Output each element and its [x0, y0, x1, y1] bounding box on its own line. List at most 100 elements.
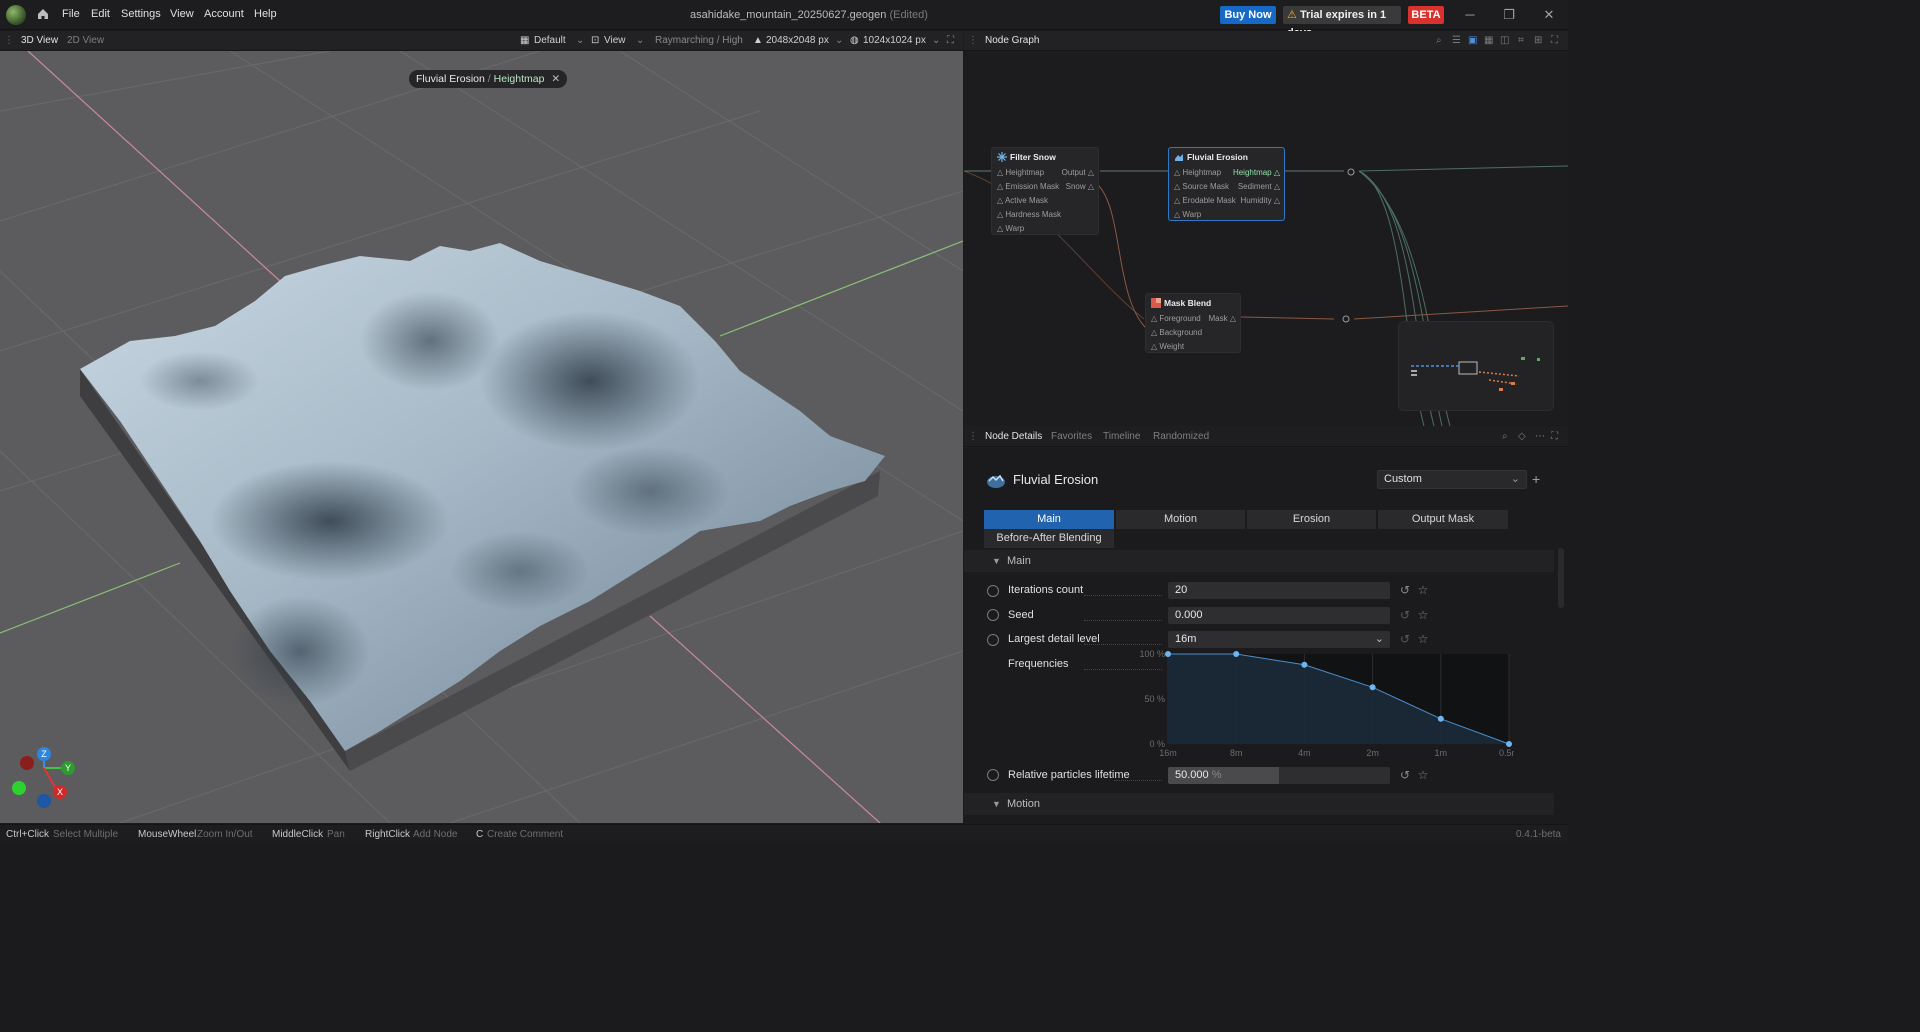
lifetime-slider[interactable]: 50.000 %: [1168, 767, 1390, 784]
port-heightmap[interactable]: △ Heightmap: [1174, 168, 1221, 177]
view-dropdown[interactable]: View: [604, 35, 626, 46]
tab-node-graph[interactable]: Node Graph: [985, 35, 1039, 46]
port-foreground[interactable]: △ Foreground: [1151, 314, 1201, 323]
favorite-toggle[interactable]: [987, 634, 999, 646]
add-icon[interactable]: +: [1532, 471, 1540, 487]
port-source-mask[interactable]: △ Source Mask: [1174, 182, 1229, 191]
port-weight[interactable]: △ Weight: [1151, 342, 1184, 351]
tab-3d-view[interactable]: 3D View: [21, 35, 58, 46]
port-warp[interactable]: △ Warp: [997, 224, 1024, 233]
axis-gizmo[interactable]: Z Y X: [8, 746, 78, 816]
node-mask-blend[interactable]: Mask Blend △ Foreground △ Background △ W…: [1145, 293, 1241, 353]
reset-icon[interactable]: ↺: [1399, 769, 1411, 781]
texture-resolution[interactable]: 1024x1024 px: [863, 35, 926, 46]
minimize-icon[interactable]: ─: [1462, 7, 1478, 23]
iterations-input[interactable]: 20: [1168, 582, 1390, 599]
chevron-down-icon[interactable]: ⌄: [636, 35, 644, 46]
curve-point[interactable]: [1506, 741, 1512, 747]
port-active-mask[interactable]: △ Active Mask: [997, 196, 1048, 205]
list-icon[interactable]: ☰: [1452, 35, 1461, 46]
star-icon[interactable]: ☆: [1417, 769, 1429, 781]
tab-favorites[interactable]: Favorites: [1051, 431, 1092, 442]
chevron-down-icon[interactable]: ⌄: [835, 35, 843, 46]
reset-icon[interactable]: ↺: [1399, 633, 1411, 645]
reset-icon[interactable]: ↺: [1399, 609, 1411, 621]
maximize-icon[interactable]: ❐: [1501, 7, 1517, 23]
favorite-toggle[interactable]: [987, 609, 999, 621]
port-erodable-mask[interactable]: △ Erodable Mask: [1174, 196, 1236, 205]
tab-before-after-blending[interactable]: Before-After Blending: [984, 529, 1114, 548]
render-mode[interactable]: Raymarching / High: [655, 35, 743, 46]
port-heightmap[interactable]: △ Heightmap: [997, 168, 1044, 177]
port-mask[interactable]: Mask △: [1209, 314, 1237, 323]
port-hardness-mask[interactable]: △ Hardness Mask: [997, 210, 1061, 219]
star-icon[interactable]: ☆: [1417, 633, 1429, 645]
port-sediment[interactable]: Sediment △: [1238, 182, 1280, 191]
favorite-toggle[interactable]: [987, 585, 999, 597]
fullscreen-icon[interactable]: ⛶: [1551, 35, 1558, 46]
tab-node-details[interactable]: Node Details: [985, 431, 1042, 442]
tab-timeline[interactable]: Timeline: [1103, 431, 1140, 442]
port-snow[interactable]: Snow △: [1066, 182, 1094, 191]
fullscreen-icon[interactable]: ⛶: [1551, 431, 1558, 442]
curve-point[interactable]: [1437, 715, 1444, 722]
port-background[interactable]: △ Background: [1151, 328, 1202, 337]
node-filter-snow[interactable]: Filter Snow △ Heightmap △ Emission Mask …: [991, 147, 1099, 235]
search-icon[interactable]: ⌕: [1502, 431, 1508, 442]
port-heightmap-out[interactable]: Heightmap △: [1233, 168, 1280, 177]
x-tick-label: 1m: [1435, 748, 1448, 758]
close-icon[interactable]: ✕: [1541, 7, 1557, 23]
terrain-resolution[interactable]: 2048x2048 px: [766, 35, 829, 46]
chevron-down-icon[interactable]: ⌄: [932, 35, 940, 46]
frame-icon[interactable]: ⊞: [1534, 35, 1542, 46]
hint-action: Zoom In/Out: [197, 829, 253, 840]
preset-dropdown[interactable]: Custom ⌄: [1377, 470, 1527, 489]
star-icon[interactable]: ☆: [1417, 584, 1429, 596]
node-fluvial-erosion[interactable]: Fluvial Erosion △ Heightmap △ Source Mas…: [1168, 147, 1285, 221]
section-motion[interactable]: ▼ Motion: [964, 793, 1554, 815]
curve-point[interactable]: [1233, 651, 1240, 657]
fit-view-icon[interactable]: ⌗: [1518, 35, 1524, 46]
curve-point[interactable]: [1369, 684, 1376, 691]
chevron-down-icon[interactable]: ⌄: [576, 35, 584, 46]
section-main[interactable]: ▼ Main: [964, 550, 1554, 572]
fullscreen-icon[interactable]: ⛶: [947, 35, 954, 46]
port-label: Snow: [1065, 182, 1086, 191]
diamond-icon[interactable]: ◇: [1518, 431, 1526, 442]
port-humidity[interactable]: Humidity △: [1241, 196, 1281, 205]
reset-icon[interactable]: ↺: [1399, 584, 1411, 596]
node-breadcrumb[interactable]: Fluvial Erosion / Heightmap ✕: [409, 70, 568, 88]
scrollbar-thumb[interactable]: [1558, 548, 1564, 608]
more-icon[interactable]: ⋯: [1535, 431, 1545, 442]
graph-minimap[interactable]: [1398, 321, 1554, 411]
port-output[interactable]: Output △: [1062, 168, 1094, 177]
node-graph-canvas[interactable]: Filter Snow △ Heightmap △ Emission Mask …: [964, 51, 1568, 426]
seed-input[interactable]: 0.000: [1168, 607, 1390, 624]
grid-icon[interactable]: ▦: [1484, 35, 1493, 46]
tab-motion[interactable]: Motion: [1116, 510, 1245, 529]
port-emission-mask[interactable]: △ Emission Mask: [997, 182, 1059, 191]
detail-level-dropdown[interactable]: 16m ⌄: [1168, 631, 1390, 648]
tab-erosion[interactable]: Erosion: [1247, 510, 1376, 529]
curve-point[interactable]: [1301, 661, 1308, 668]
drag-handle-icon[interactable]: ⋮: [968, 431, 978, 442]
star-icon[interactable]: ☆: [1417, 609, 1429, 621]
tab-randomized[interactable]: Randomized: [1153, 431, 1209, 442]
node-icon[interactable]: ◫: [1500, 35, 1509, 46]
3d-viewport[interactable]: Fluvial Erosion / Heightmap ✕ Z Y X: [0, 51, 963, 823]
drag-handle-icon[interactable]: ⋮: [4, 35, 14, 46]
tab-output-mask[interactable]: Output Mask: [1378, 510, 1508, 529]
tab-2d-view[interactable]: 2D View: [67, 35, 104, 46]
curve-point[interactable]: [1165, 651, 1171, 657]
layout-icon[interactable]: ▣: [1468, 35, 1477, 46]
close-icon[interactable]: ✕: [551, 73, 560, 85]
layout-dropdown[interactable]: Default: [534, 35, 566, 46]
tab-main[interactable]: Main: [984, 510, 1114, 529]
port-warp[interactable]: △ Warp: [1174, 210, 1201, 219]
trial-badge[interactable]: ⚠ Trial expires in 1 days: [1283, 6, 1401, 39]
buy-now-button[interactable]: Buy Now: [1220, 6, 1276, 24]
favorite-toggle[interactable]: [987, 769, 999, 781]
frequencies-curve-editor[interactable]: 16m 8m 4m 2m 1m 0.5m 100 % 50 % 0 %: [1134, 648, 1514, 760]
search-icon[interactable]: ⌕: [1436, 35, 1442, 46]
drag-handle-icon[interactable]: ⋮: [968, 35, 978, 46]
